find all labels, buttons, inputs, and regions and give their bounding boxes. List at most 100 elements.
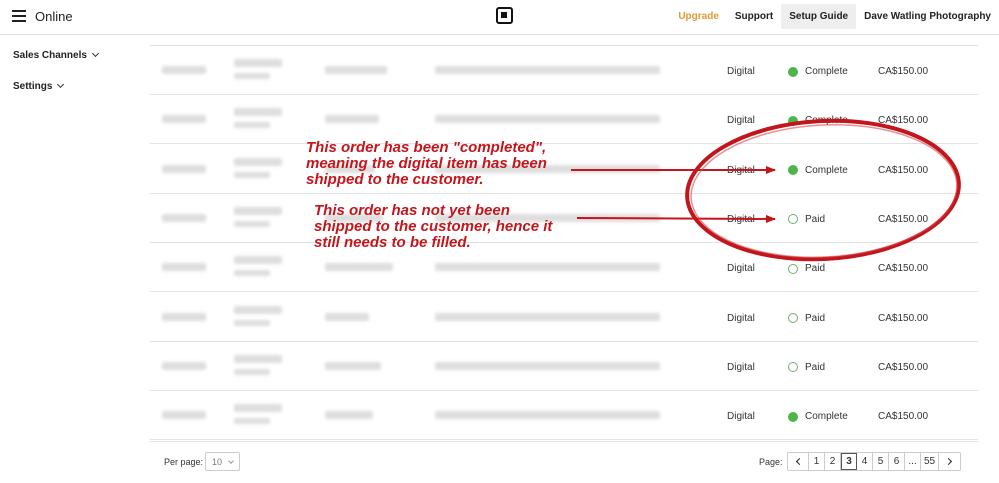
hamburger-menu-icon[interactable] bbox=[12, 10, 26, 22]
order-format: Digital bbox=[727, 263, 755, 275]
redacted-cell bbox=[435, 66, 660, 74]
top-bar: Online Upgrade Support Setup Guide Dave … bbox=[0, 0, 999, 35]
annotation-paid: This order has not yet been shipped to t… bbox=[314, 202, 553, 251]
page-button[interactable]: 6 bbox=[889, 453, 905, 470]
order-status-label: Paid bbox=[805, 312, 826, 324]
chevron-right-icon bbox=[945, 457, 953, 466]
per-page-value: 10 bbox=[212, 457, 223, 467]
order-status: Paid bbox=[788, 263, 825, 274]
order-status-label: Complete bbox=[805, 115, 848, 127]
square-logo-icon[interactable] bbox=[496, 7, 513, 24]
order-total: CA$150.00 bbox=[878, 66, 929, 77]
upgrade-link[interactable]: Upgrade bbox=[670, 4, 727, 29]
table-row[interactable]: Digital Complete CA$150.00 bbox=[150, 391, 978, 441]
redacted-cell bbox=[325, 312, 369, 321]
redacted-cell bbox=[162, 411, 206, 420]
status-complete-icon bbox=[788, 411, 798, 422]
order-total: CA$150.00 bbox=[878, 312, 929, 324]
table-row[interactable]: Digital Paid CA$150.00 bbox=[150, 293, 978, 342]
redacted-cell bbox=[234, 319, 270, 326]
order-status: Complete bbox=[788, 115, 848, 126]
page-button[interactable]: 3 bbox=[841, 453, 857, 470]
page-button[interactable]: 55 bbox=[921, 453, 940, 470]
order-status: Complete bbox=[788, 66, 848, 77]
redacted-cell bbox=[435, 312, 660, 321]
table-row[interactable]: Digital Paid CA$150.00 bbox=[150, 194, 978, 243]
order-format: Digital bbox=[727, 115, 755, 127]
table-row[interactable]: Digital Paid CA$150.00 bbox=[150, 342, 978, 391]
order-status: Paid bbox=[788, 313, 825, 324]
redacted-cell bbox=[325, 361, 381, 370]
order-format: Digital bbox=[727, 213, 755, 225]
order-status-label: Complete bbox=[805, 164, 848, 176]
redacted-cell bbox=[234, 305, 282, 314]
sidebar-item-settings[interactable]: Settings bbox=[13, 80, 65, 92]
redacted-cell bbox=[234, 171, 270, 178]
order-total: CA$150.00 bbox=[878, 164, 929, 176]
redacted-cell bbox=[162, 361, 206, 370]
status-complete-icon bbox=[788, 66, 798, 77]
order-format: Digital bbox=[727, 361, 755, 373]
redacted-cell bbox=[234, 256, 282, 265]
order-total: CA$150.00 bbox=[878, 411, 929, 423]
page-button[interactable]: 1 bbox=[809, 453, 825, 470]
support-link[interactable]: Support bbox=[727, 4, 781, 29]
prev-page-button[interactable] bbox=[788, 453, 809, 470]
order-total: CA$150.00 bbox=[878, 263, 929, 275]
order-status-label: Paid bbox=[805, 263, 826, 275]
status-paid-icon bbox=[788, 313, 798, 323]
redacted-cell bbox=[234, 354, 282, 363]
redacted-cell bbox=[234, 206, 282, 215]
order-status-label: Complete bbox=[805, 66, 848, 77]
status-paid-icon bbox=[788, 214, 798, 225]
order-format: Digital bbox=[727, 312, 755, 324]
table-row[interactable]: Digital Paid CA$150.00 bbox=[150, 243, 978, 293]
account-menu[interactable]: Dave Watling Photography bbox=[856, 4, 999, 29]
order-format: Digital bbox=[727, 411, 755, 423]
order-status-label: Paid bbox=[805, 213, 826, 225]
next-page-button[interactable] bbox=[939, 453, 960, 470]
order-status-label: Paid bbox=[805, 361, 826, 373]
redacted-cell bbox=[234, 220, 270, 227]
table-bottom-divider bbox=[150, 441, 978, 442]
redacted-cell bbox=[234, 270, 270, 277]
page-button[interactable]: 5 bbox=[873, 453, 889, 470]
redacted-cell bbox=[234, 73, 270, 79]
page-label: Page: bbox=[759, 457, 783, 467]
table-row[interactable]: Digital Complete CA$150.00 bbox=[150, 46, 978, 95]
redacted-cell bbox=[162, 263, 206, 272]
page-button[interactable]: 2 bbox=[825, 453, 841, 470]
redacted-cell bbox=[234, 404, 282, 413]
order-total: CA$150.00 bbox=[878, 361, 929, 373]
status-paid-icon bbox=[788, 362, 798, 373]
order-total: CA$150.00 bbox=[878, 213, 929, 225]
table-row[interactable]: Digital Complete CA$150.00 bbox=[150, 145, 978, 194]
redacted-cell bbox=[435, 115, 660, 124]
chevron-left-icon bbox=[795, 457, 803, 466]
redacted-cell bbox=[435, 263, 660, 272]
redacted-cell bbox=[234, 157, 282, 166]
chevron-down-icon bbox=[91, 49, 99, 58]
setup-guide-link[interactable]: Setup Guide bbox=[781, 3, 857, 29]
page-ellipsis: ... bbox=[905, 453, 921, 470]
order-total: CA$150.00 bbox=[878, 115, 929, 127]
redacted-cell bbox=[162, 312, 206, 321]
sidebar-item-sales-channels[interactable]: Sales Channels bbox=[13, 49, 99, 61]
app-title: Online bbox=[35, 9, 73, 24]
status-paid-icon bbox=[788, 263, 798, 274]
redacted-cell bbox=[234, 122, 270, 129]
redacted-cell bbox=[435, 361, 660, 370]
per-page-select[interactable]: 10 bbox=[205, 452, 240, 471]
table-row[interactable]: Digital Complete CA$150.00 bbox=[150, 95, 978, 145]
redacted-cell bbox=[162, 164, 206, 173]
sidebar-item-label: Settings bbox=[13, 81, 53, 92]
redacted-cell bbox=[234, 368, 270, 375]
chevron-down-icon bbox=[228, 458, 234, 464]
redacted-cell bbox=[325, 263, 393, 272]
order-status-label: Complete bbox=[805, 411, 848, 423]
page-button[interactable]: 4 bbox=[857, 453, 873, 470]
pagination: 1 2 3 4 5 6... 55 bbox=[787, 452, 962, 471]
top-nav: Upgrade Support Setup Guide Dave Watling… bbox=[670, 3, 999, 29]
order-status: Complete bbox=[788, 411, 848, 422]
order-format: Digital bbox=[727, 66, 755, 77]
